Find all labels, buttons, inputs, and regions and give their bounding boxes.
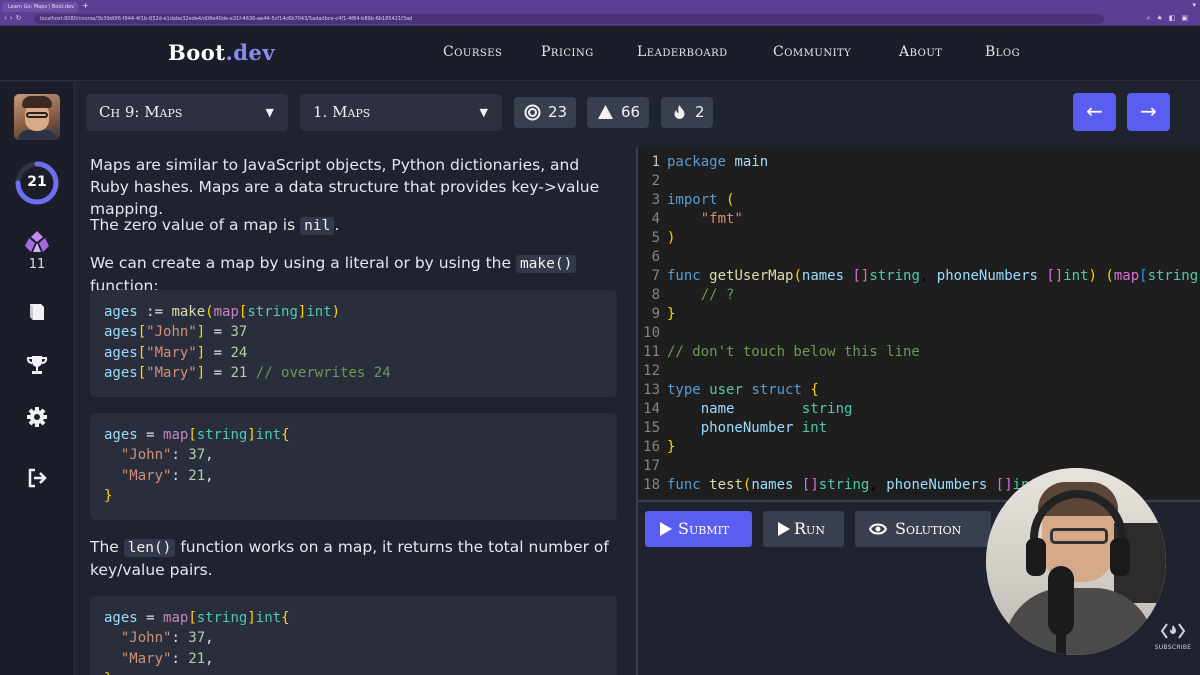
submit-button[interactable]: Submit xyxy=(645,511,752,547)
browser-tabbar: Learn Go: Maps | Boot.dev + ▾ xyxy=(0,0,1200,12)
gear-icon[interactable] xyxy=(25,405,49,429)
browser-toolbar-icons[interactable]: ⌕★◧▣ xyxy=(1147,14,1194,23)
address-field[interactable]: localhost:8080/course/3b39d0f6-f944-4f1b… xyxy=(34,14,1104,24)
nav-about[interactable]: About xyxy=(899,44,942,60)
play-icon xyxy=(778,522,790,536)
lesson-paragraph: The zero value of a map is nil. xyxy=(90,216,340,235)
window-controls[interactable]: ▾ xyxy=(1192,1,1196,9)
subscribe-label: SUBSCRIBE xyxy=(1154,644,1192,651)
book-icon[interactable] xyxy=(25,300,49,324)
site-header: Boot.dev Courses Pricing Leaderboard Com… xyxy=(0,26,1200,81)
chapter-select[interactable]: Ch 9: Maps ▼ xyxy=(86,94,288,131)
target-icon xyxy=(524,104,541,121)
stat-alert: 66 xyxy=(587,97,649,128)
solution-button[interactable]: Solution xyxy=(855,511,991,547)
code-example: ages = map[string]int{ "John": 37, "Mary… xyxy=(90,413,617,520)
run-button[interactable]: Run xyxy=(763,511,844,547)
eye-icon xyxy=(869,523,887,535)
lesson-toolbar: Ch 9: Maps ▼ 1. Maps ▼ 23 66 2 ← → xyxy=(76,82,1200,148)
lesson-select[interactable]: 1. Maps ▼ xyxy=(300,94,502,131)
lesson-paragraph: The len() function works on a map, it re… xyxy=(90,538,609,579)
logout-icon[interactable] xyxy=(25,466,49,490)
code-example: ages = map[string]int{ "John": 37, "Mary… xyxy=(90,596,617,675)
prev-lesson-button[interactable]: ← xyxy=(1073,93,1116,131)
webcam-overlay xyxy=(986,468,1166,655)
lesson-paragraph: Maps are similar to JavaScript objects, … xyxy=(90,156,600,218)
nav-pricing[interactable]: Pricing xyxy=(541,44,594,60)
stat-flame: 2 xyxy=(661,97,713,128)
lesson-pane: Maps are similar to JavaScript objects, … xyxy=(76,148,636,675)
warning-icon xyxy=(598,105,613,119)
level-number: 21 xyxy=(27,174,47,190)
nav-leaderboard[interactable]: Leaderboard xyxy=(637,44,728,60)
chevron-down-icon: ▼ xyxy=(479,106,488,119)
left-rail: 21 11 xyxy=(0,82,75,675)
new-tab-button[interactable]: + xyxy=(82,1,89,11)
gem-icon xyxy=(25,231,49,252)
trophy-icon[interactable] xyxy=(25,353,49,377)
play-icon xyxy=(660,522,672,536)
freecodecamp-icon xyxy=(1160,623,1186,639)
logo[interactable]: Boot.dev xyxy=(168,40,275,65)
stat-target: 23 xyxy=(514,97,576,128)
next-lesson-button[interactable]: → xyxy=(1127,93,1170,131)
nav-blog[interactable]: Blog xyxy=(985,44,1020,60)
browser-urlbar: ‹›↻ localhost:8080/course/3b39d0f6-f944-… xyxy=(0,12,1200,26)
chevron-down-icon: ▼ xyxy=(265,106,274,119)
flame-icon xyxy=(674,105,685,119)
browser-nav-icons[interactable]: ‹›↻ xyxy=(4,14,24,22)
nav-community[interactable]: Community xyxy=(773,44,851,60)
code-example: ages := make(map[string]int) ages["John"… xyxy=(90,290,617,397)
nav-courses[interactable]: Courses xyxy=(443,44,502,60)
code-editor[interactable]: 1 package main 2 3 import ( 4 "fmt" 5) 6 7… xyxy=(638,148,1200,498)
browser-tab[interactable]: Learn Go: Maps | Boot.dev xyxy=(2,2,78,12)
avatar[interactable] xyxy=(14,94,60,140)
gem-count: 11 xyxy=(28,257,46,272)
